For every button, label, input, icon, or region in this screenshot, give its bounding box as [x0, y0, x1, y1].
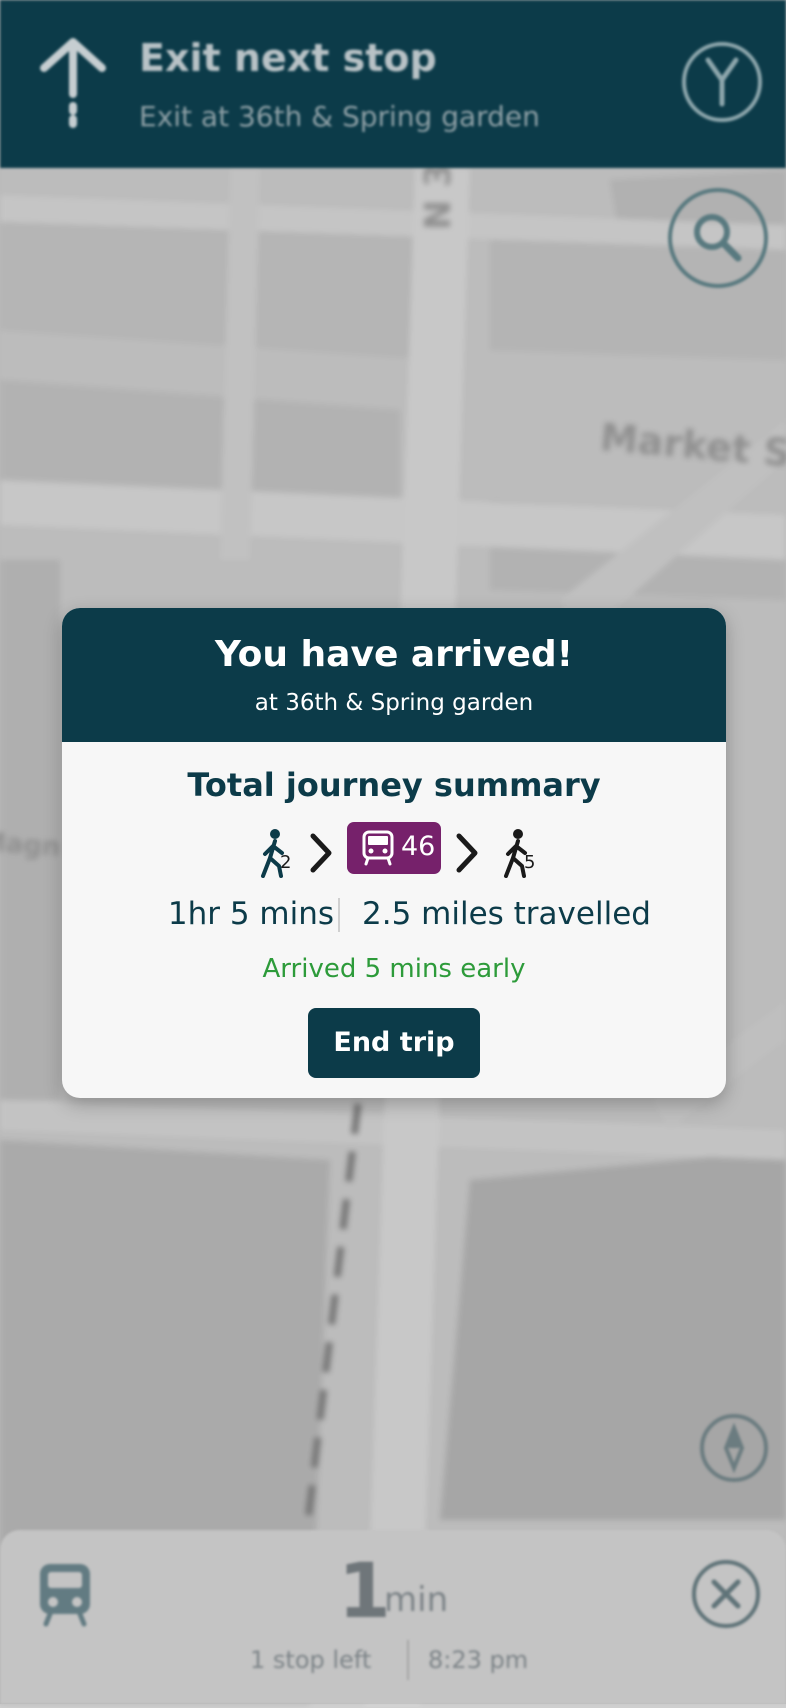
arrival-card-header: You have arrived! at 36th & Spring garde… — [62, 608, 726, 742]
banner-title: Exit next stop — [139, 36, 437, 80]
fork-icon — [705, 57, 739, 107]
chevron-right-icon — [456, 833, 478, 873]
search-icon — [694, 214, 742, 262]
bus-icon — [362, 830, 394, 866]
arrival-status: Arrived 5 mins early — [262, 954, 526, 984]
map-search-button[interactable] — [668, 188, 768, 288]
compass-icon — [723, 1422, 745, 1474]
bus-route-badge[interactable]: 46 — [347, 822, 441, 874]
navigation-banner: Exit next stop Exit at 36th & Spring gar… — [0, 0, 786, 168]
arrival-summary-card: You have arrived! at 36th & Spring garde… — [62, 608, 726, 1098]
stops-left: 1 stop left — [250, 1646, 372, 1674]
bus-route-number: 46 — [401, 831, 436, 862]
journey-stats: 1hr 5 mins 2.5 miles travelled — [62, 892, 726, 940]
eta-value: 1 — [338, 1546, 391, 1635]
walk-icon — [504, 829, 527, 878]
end-trip-button[interactable]: End trip — [308, 1008, 480, 1078]
journey-legs: 2 46 5 — [62, 822, 726, 882]
walk-icon — [261, 829, 284, 878]
walk-leg-2-minutes: 5 — [524, 852, 536, 873]
close-trip-button[interactable] — [692, 1560, 760, 1628]
journey-distance: 2.5 miles travelled — [362, 896, 651, 932]
arrival-title: You have arrived! — [214, 634, 574, 675]
bottom-bar-divider — [407, 1640, 409, 1680]
journey-summary-title: Total journey summary — [187, 766, 601, 804]
straight-arrow-icon — [40, 38, 106, 132]
stats-divider — [338, 898, 340, 932]
route-options-button[interactable] — [682, 42, 762, 122]
bus-icon — [40, 1564, 90, 1627]
journey-duration: 1hr 5 mins — [167, 896, 334, 932]
walk-leg-1-minutes: 2 — [280, 852, 292, 873]
chevron-right-icon — [310, 833, 332, 873]
compass-button[interactable] — [700, 1414, 768, 1482]
eta-unit: min — [384, 1580, 449, 1620]
arrival-time: 8:23 pm — [428, 1646, 529, 1674]
banner-subtitle: Exit at 36th & Spring garden — [139, 100, 540, 133]
close-icon — [711, 1579, 741, 1609]
arrival-location: at 36th & Spring garden — [254, 690, 534, 716]
